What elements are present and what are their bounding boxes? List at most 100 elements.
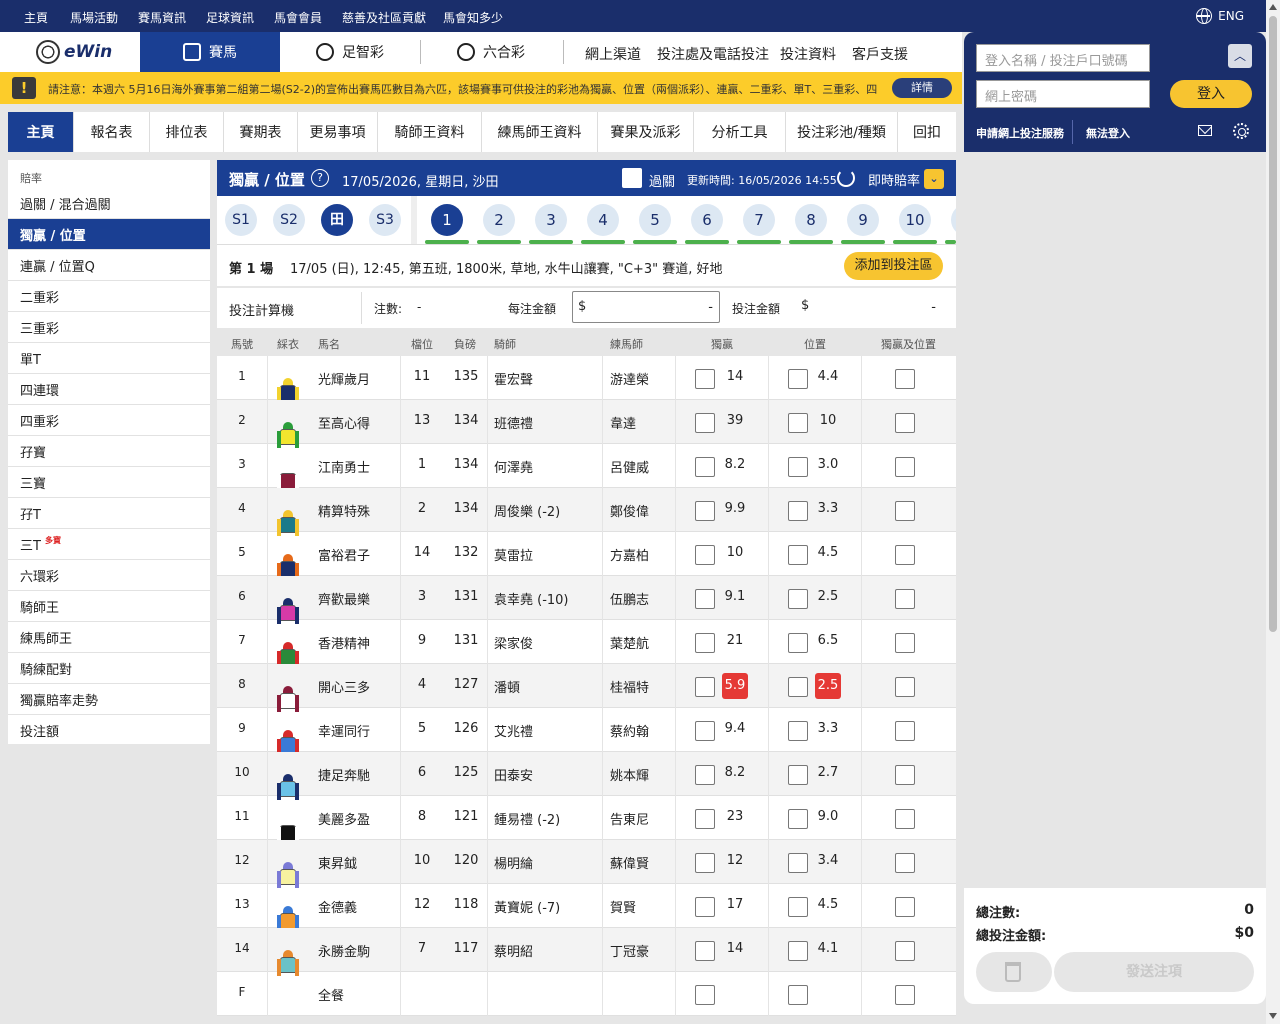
nav-tab-racing[interactable]: 賽馬: [140, 32, 280, 72]
top-link-about[interactable]: 馬會知多少: [443, 9, 503, 26]
top-link-member[interactable]: 馬會會員: [274, 9, 322, 26]
horse-name[interactable]: 齊歡最樂: [318, 589, 370, 608]
horse-name[interactable]: 富裕君子: [318, 545, 370, 564]
win-place-checkbox[interactable]: [895, 897, 915, 917]
win-checkbox[interactable]: [695, 897, 715, 917]
place-checkbox[interactable]: [788, 369, 808, 389]
venue-s3[interactable]: S3: [369, 204, 401, 236]
race-button-9[interactable]: 9: [847, 204, 879, 236]
place-checkbox[interactable]: [788, 589, 808, 609]
ewin-logo[interactable]: eWin: [36, 40, 112, 64]
win-checkbox[interactable]: [695, 589, 715, 609]
win-place-checkbox[interactable]: [895, 633, 915, 653]
win-checkbox[interactable]: [695, 809, 715, 829]
mail-icon[interactable]: [1198, 125, 1212, 136]
unit-bet-input[interactable]: $ -: [572, 291, 720, 323]
horse-name[interactable]: 江南勇士: [318, 457, 370, 476]
add-to-slip-button[interactable]: 添加到投注區: [844, 252, 943, 280]
subnav-trainer-ranking[interactable]: 練馬師王資料: [482, 112, 598, 152]
notice-detail-button[interactable]: 詳情: [892, 78, 952, 98]
jockey-name[interactable]: 梁家俊: [494, 633, 533, 652]
win-place-checkbox[interactable]: [895, 413, 915, 433]
sidebar-item-win-place[interactable]: 獨贏 / 位置: [8, 219, 210, 250]
race-button-3[interactable]: 3: [535, 204, 567, 236]
venue-s1[interactable]: S1: [225, 204, 257, 236]
trainer-name[interactable]: 蘇偉賢: [610, 853, 649, 872]
sidebar-item-six-up[interactable]: 六環彩: [8, 560, 210, 591]
horse-name[interactable]: 全餐: [318, 985, 344, 1004]
sidebar-item-quartet[interactable]: 四重彩: [8, 405, 210, 436]
win-place-checkbox[interactable]: [895, 721, 915, 741]
subnav-rebate[interactable]: 回扣: [898, 112, 956, 152]
sidebar-item-forecast[interactable]: 二重彩: [8, 281, 210, 312]
race-button-6[interactable]: 6: [691, 204, 723, 236]
win-checkbox[interactable]: [695, 457, 715, 477]
win-checkbox[interactable]: [695, 545, 715, 565]
trainer-name[interactable]: 韋達: [610, 413, 636, 432]
sidebar-item-odds-trend[interactable]: 獨贏賠率走勢: [8, 684, 210, 715]
trainer-name[interactable]: 方嘉柏: [610, 545, 649, 564]
nav-link-branches[interactable]: 投注處及電話投注: [657, 44, 769, 64]
trainer-name[interactable]: 伍鵬志: [610, 589, 649, 608]
refresh-icon[interactable]: [837, 169, 855, 187]
jockey-name[interactable]: 何澤堯: [494, 457, 533, 476]
jockey-name[interactable]: 蔡明紹: [494, 941, 533, 960]
race-button-7[interactable]: 7: [743, 204, 775, 236]
race-button-8[interactable]: 8: [795, 204, 827, 236]
place-checkbox[interactable]: [788, 721, 808, 741]
sidebar-item-allup[interactable]: 過關 / 混合過關: [8, 188, 210, 219]
win-place-checkbox[interactable]: [895, 589, 915, 609]
trainer-name[interactable]: 游達榮: [610, 369, 649, 388]
sidebar-item-tnc[interactable]: 練馬師王: [8, 622, 210, 653]
gear-icon[interactable]: [1233, 123, 1249, 139]
trainer-name[interactable]: 葉楚航: [610, 633, 649, 652]
win-checkbox[interactable]: [695, 853, 715, 873]
horse-name[interactable]: 幸運同行: [318, 721, 370, 740]
chevron-up-icon[interactable]: ︿: [1228, 44, 1252, 68]
subnav-home[interactable]: 主頁: [8, 112, 74, 152]
win-checkbox[interactable]: [695, 413, 715, 433]
help-icon[interactable]: ?: [311, 169, 329, 187]
place-checkbox[interactable]: [788, 809, 808, 829]
trainer-name[interactable]: 桂福特: [610, 677, 649, 696]
horse-name[interactable]: 金德義: [318, 897, 357, 916]
horse-name[interactable]: 捷足奔馳: [318, 765, 370, 784]
place-checkbox[interactable]: [788, 941, 808, 961]
horse-name[interactable]: 香港精神: [318, 633, 370, 652]
jockey-name[interactable]: 田泰安: [494, 765, 533, 784]
subnav-changes[interactable]: 更易事項: [298, 112, 378, 152]
venue-s2[interactable]: S2: [273, 204, 305, 236]
horse-name[interactable]: 光輝歲月: [318, 369, 370, 388]
sidebar-item-first4[interactable]: 四連環: [8, 374, 210, 405]
win-checkbox[interactable]: [695, 941, 715, 961]
trainer-name[interactable]: 丁冠豪: [610, 941, 649, 960]
trainer-name[interactable]: 告東尼: [610, 809, 649, 828]
login-button[interactable]: 登入: [1170, 80, 1252, 108]
place-checkbox[interactable]: [788, 501, 808, 521]
jockey-name[interactable]: 霍宏聲: [494, 369, 533, 388]
sidebar-item-triple-trio[interactable]: 三T 多寶: [8, 529, 210, 560]
win-place-checkbox[interactable]: [895, 677, 915, 697]
nav-tab-marksix[interactable]: 六合彩: [421, 32, 561, 72]
sidebar-item-quinella[interactable]: 連贏 / 位置Q: [8, 250, 210, 281]
language-switch[interactable]: ENG: [1196, 8, 1244, 24]
win-checkbox[interactable]: [695, 721, 715, 741]
sidebar-item-trio[interactable]: 單T: [8, 343, 210, 374]
win-place-checkbox[interactable]: [895, 941, 915, 961]
apply-link[interactable]: 申請網上投注服務: [976, 125, 1064, 141]
subnav-entries[interactable]: 報名表: [74, 112, 150, 152]
win-checkbox[interactable]: [695, 677, 715, 697]
trainer-name[interactable]: 賀賢: [610, 897, 636, 916]
jockey-name[interactable]: 袁幸堯 (-10): [494, 589, 569, 608]
nav-link-online[interactable]: 網上渠道: [585, 44, 641, 64]
win-place-checkbox[interactable]: [895, 457, 915, 477]
trainer-name[interactable]: 呂健威: [610, 457, 649, 476]
jockey-name[interactable]: 艾兆禮: [494, 721, 533, 740]
horse-name[interactable]: 開心三多: [318, 677, 370, 696]
win-place-checkbox[interactable]: [895, 501, 915, 521]
win-place-checkbox[interactable]: [895, 809, 915, 829]
scroll-down-icon[interactable]: [1269, 1013, 1277, 1019]
race-button-2[interactable]: 2: [483, 204, 515, 236]
nav-link-support[interactable]: 客戶支援: [852, 44, 908, 64]
race-button-10[interactable]: 10: [899, 204, 931, 236]
